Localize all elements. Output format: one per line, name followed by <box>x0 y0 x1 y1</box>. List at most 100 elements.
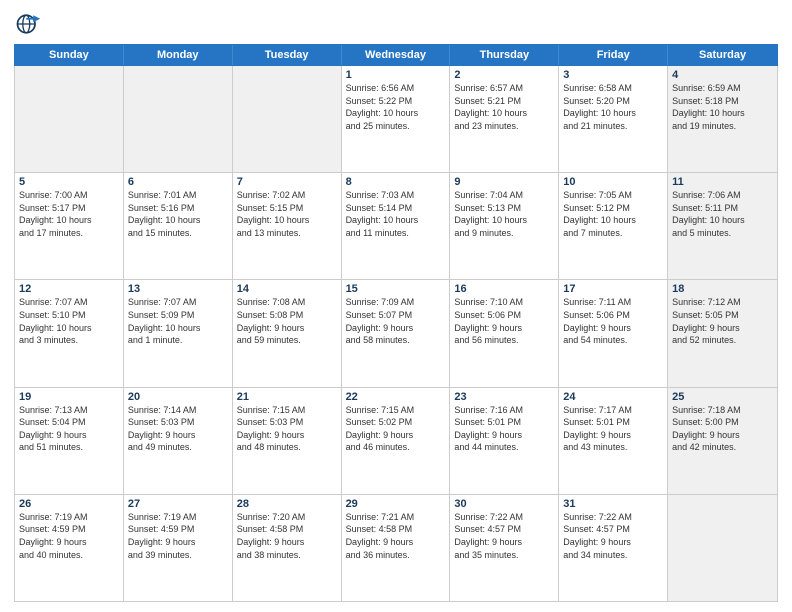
day-cell-4: 4Sunrise: 6:59 AM Sunset: 5:18 PM Daylig… <box>668 66 777 172</box>
week-row-2: 5Sunrise: 7:00 AM Sunset: 5:17 PM Daylig… <box>15 173 777 280</box>
day-cell-6: 6Sunrise: 7:01 AM Sunset: 5:16 PM Daylig… <box>124 173 233 279</box>
day-cell-12: 12Sunrise: 7:07 AM Sunset: 5:10 PM Dayli… <box>15 280 124 386</box>
cell-info: Sunrise: 7:07 AM Sunset: 5:09 PM Dayligh… <box>128 296 228 346</box>
day-cell-18: 18Sunrise: 7:12 AM Sunset: 5:05 PM Dayli… <box>668 280 777 386</box>
cell-info: Sunrise: 7:22 AM Sunset: 4:57 PM Dayligh… <box>454 511 554 561</box>
header-cell-tuesday: Tuesday <box>233 45 342 65</box>
empty-cell <box>668 495 777 601</box>
cell-info: Sunrise: 7:14 AM Sunset: 5:03 PM Dayligh… <box>128 404 228 454</box>
day-cell-15: 15Sunrise: 7:09 AM Sunset: 5:07 PM Dayli… <box>342 280 451 386</box>
cell-info: Sunrise: 7:01 AM Sunset: 5:16 PM Dayligh… <box>128 189 228 239</box>
cell-info: Sunrise: 6:56 AM Sunset: 5:22 PM Dayligh… <box>346 82 446 132</box>
cell-info: Sunrise: 7:04 AM Sunset: 5:13 PM Dayligh… <box>454 189 554 239</box>
day-cell-16: 16Sunrise: 7:10 AM Sunset: 5:06 PM Dayli… <box>450 280 559 386</box>
day-number: 1 <box>346 69 446 81</box>
cell-info: Sunrise: 7:08 AM Sunset: 5:08 PM Dayligh… <box>237 296 337 346</box>
header-cell-wednesday: Wednesday <box>342 45 451 65</box>
day-cell-27: 27Sunrise: 7:19 AM Sunset: 4:59 PM Dayli… <box>124 495 233 601</box>
day-number: 8 <box>346 176 446 188</box>
day-cell-25: 25Sunrise: 7:18 AM Sunset: 5:00 PM Dayli… <box>668 388 777 494</box>
day-number: 19 <box>19 391 119 403</box>
day-cell-2: 2Sunrise: 6:57 AM Sunset: 5:21 PM Daylig… <box>450 66 559 172</box>
cell-info: Sunrise: 7:22 AM Sunset: 4:57 PM Dayligh… <box>563 511 663 561</box>
day-cell-3: 3Sunrise: 6:58 AM Sunset: 5:20 PM Daylig… <box>559 66 668 172</box>
day-cell-8: 8Sunrise: 7:03 AM Sunset: 5:14 PM Daylig… <box>342 173 451 279</box>
day-number: 6 <box>128 176 228 188</box>
day-number: 7 <box>237 176 337 188</box>
day-cell-7: 7Sunrise: 7:02 AM Sunset: 5:15 PM Daylig… <box>233 173 342 279</box>
cell-info: Sunrise: 7:15 AM Sunset: 5:03 PM Dayligh… <box>237 404 337 454</box>
week-row-3: 12Sunrise: 7:07 AM Sunset: 5:10 PM Dayli… <box>15 280 777 387</box>
calendar-body: 1Sunrise: 6:56 AM Sunset: 5:22 PM Daylig… <box>14 66 778 602</box>
cell-info: Sunrise: 7:10 AM Sunset: 5:06 PM Dayligh… <box>454 296 554 346</box>
cell-info: Sunrise: 6:58 AM Sunset: 5:20 PM Dayligh… <box>563 82 663 132</box>
day-number: 24 <box>563 391 663 403</box>
cell-info: Sunrise: 7:02 AM Sunset: 5:15 PM Dayligh… <box>237 189 337 239</box>
day-number: 5 <box>19 176 119 188</box>
cell-info: Sunrise: 6:57 AM Sunset: 5:21 PM Dayligh… <box>454 82 554 132</box>
cell-info: Sunrise: 7:18 AM Sunset: 5:00 PM Dayligh… <box>672 404 773 454</box>
day-number: 16 <box>454 283 554 295</box>
cell-info: Sunrise: 7:21 AM Sunset: 4:58 PM Dayligh… <box>346 511 446 561</box>
day-cell-23: 23Sunrise: 7:16 AM Sunset: 5:01 PM Dayli… <box>450 388 559 494</box>
day-cell-26: 26Sunrise: 7:19 AM Sunset: 4:59 PM Dayli… <box>15 495 124 601</box>
week-row-1: 1Sunrise: 6:56 AM Sunset: 5:22 PM Daylig… <box>15 66 777 173</box>
day-cell-19: 19Sunrise: 7:13 AM Sunset: 5:04 PM Dayli… <box>15 388 124 494</box>
cell-info: Sunrise: 7:15 AM Sunset: 5:02 PM Dayligh… <box>346 404 446 454</box>
day-number: 21 <box>237 391 337 403</box>
header-cell-saturday: Saturday <box>668 45 777 65</box>
day-number: 20 <box>128 391 228 403</box>
empty-cell <box>15 66 124 172</box>
cell-info: Sunrise: 7:19 AM Sunset: 4:59 PM Dayligh… <box>128 511 228 561</box>
day-number: 2 <box>454 69 554 81</box>
week-row-5: 26Sunrise: 7:19 AM Sunset: 4:59 PM Dayli… <box>15 495 777 601</box>
day-cell-24: 24Sunrise: 7:17 AM Sunset: 5:01 PM Dayli… <box>559 388 668 494</box>
calendar-header: SundayMondayTuesdayWednesdayThursdayFrid… <box>14 44 778 66</box>
day-number: 30 <box>454 498 554 510</box>
cell-info: Sunrise: 7:00 AM Sunset: 5:17 PM Dayligh… <box>19 189 119 239</box>
day-cell-13: 13Sunrise: 7:07 AM Sunset: 5:09 PM Dayli… <box>124 280 233 386</box>
day-cell-10: 10Sunrise: 7:05 AM Sunset: 5:12 PM Dayli… <box>559 173 668 279</box>
cell-info: Sunrise: 7:06 AM Sunset: 5:11 PM Dayligh… <box>672 189 773 239</box>
cell-info: Sunrise: 7:19 AM Sunset: 4:59 PM Dayligh… <box>19 511 119 561</box>
day-number: 14 <box>237 283 337 295</box>
day-number: 10 <box>563 176 663 188</box>
day-number: 9 <box>454 176 554 188</box>
empty-cell <box>233 66 342 172</box>
cell-info: Sunrise: 7:11 AM Sunset: 5:06 PM Dayligh… <box>563 296 663 346</box>
empty-cell <box>124 66 233 172</box>
day-cell-20: 20Sunrise: 7:14 AM Sunset: 5:03 PM Dayli… <box>124 388 233 494</box>
cell-info: Sunrise: 7:03 AM Sunset: 5:14 PM Dayligh… <box>346 189 446 239</box>
cell-info: Sunrise: 7:13 AM Sunset: 5:04 PM Dayligh… <box>19 404 119 454</box>
day-number: 29 <box>346 498 446 510</box>
day-number: 4 <box>672 69 773 81</box>
day-cell-5: 5Sunrise: 7:00 AM Sunset: 5:17 PM Daylig… <box>15 173 124 279</box>
day-cell-21: 21Sunrise: 7:15 AM Sunset: 5:03 PM Dayli… <box>233 388 342 494</box>
cell-info: Sunrise: 7:05 AM Sunset: 5:12 PM Dayligh… <box>563 189 663 239</box>
day-number: 27 <box>128 498 228 510</box>
logo <box>14 10 46 38</box>
day-number: 31 <box>563 498 663 510</box>
day-number: 25 <box>672 391 773 403</box>
day-number: 17 <box>563 283 663 295</box>
day-cell-11: 11Sunrise: 7:06 AM Sunset: 5:11 PM Dayli… <box>668 173 777 279</box>
day-number: 12 <box>19 283 119 295</box>
day-number: 15 <box>346 283 446 295</box>
day-cell-31: 31Sunrise: 7:22 AM Sunset: 4:57 PM Dayli… <box>559 495 668 601</box>
cell-info: Sunrise: 7:16 AM Sunset: 5:01 PM Dayligh… <box>454 404 554 454</box>
cell-info: Sunrise: 7:07 AM Sunset: 5:10 PM Dayligh… <box>19 296 119 346</box>
calendar: SundayMondayTuesdayWednesdayThursdayFrid… <box>14 44 778 602</box>
day-number: 3 <box>563 69 663 81</box>
day-cell-22: 22Sunrise: 7:15 AM Sunset: 5:02 PM Dayli… <box>342 388 451 494</box>
cell-info: Sunrise: 6:59 AM Sunset: 5:18 PM Dayligh… <box>672 82 773 132</box>
header-cell-monday: Monday <box>124 45 233 65</box>
logo-icon <box>14 10 42 38</box>
day-number: 18 <box>672 283 773 295</box>
header-cell-sunday: Sunday <box>15 45 124 65</box>
header <box>14 10 778 38</box>
day-cell-17: 17Sunrise: 7:11 AM Sunset: 5:06 PM Dayli… <box>559 280 668 386</box>
week-row-4: 19Sunrise: 7:13 AM Sunset: 5:04 PM Dayli… <box>15 388 777 495</box>
day-cell-30: 30Sunrise: 7:22 AM Sunset: 4:57 PM Dayli… <box>450 495 559 601</box>
header-cell-thursday: Thursday <box>450 45 559 65</box>
day-cell-9: 9Sunrise: 7:04 AM Sunset: 5:13 PM Daylig… <box>450 173 559 279</box>
